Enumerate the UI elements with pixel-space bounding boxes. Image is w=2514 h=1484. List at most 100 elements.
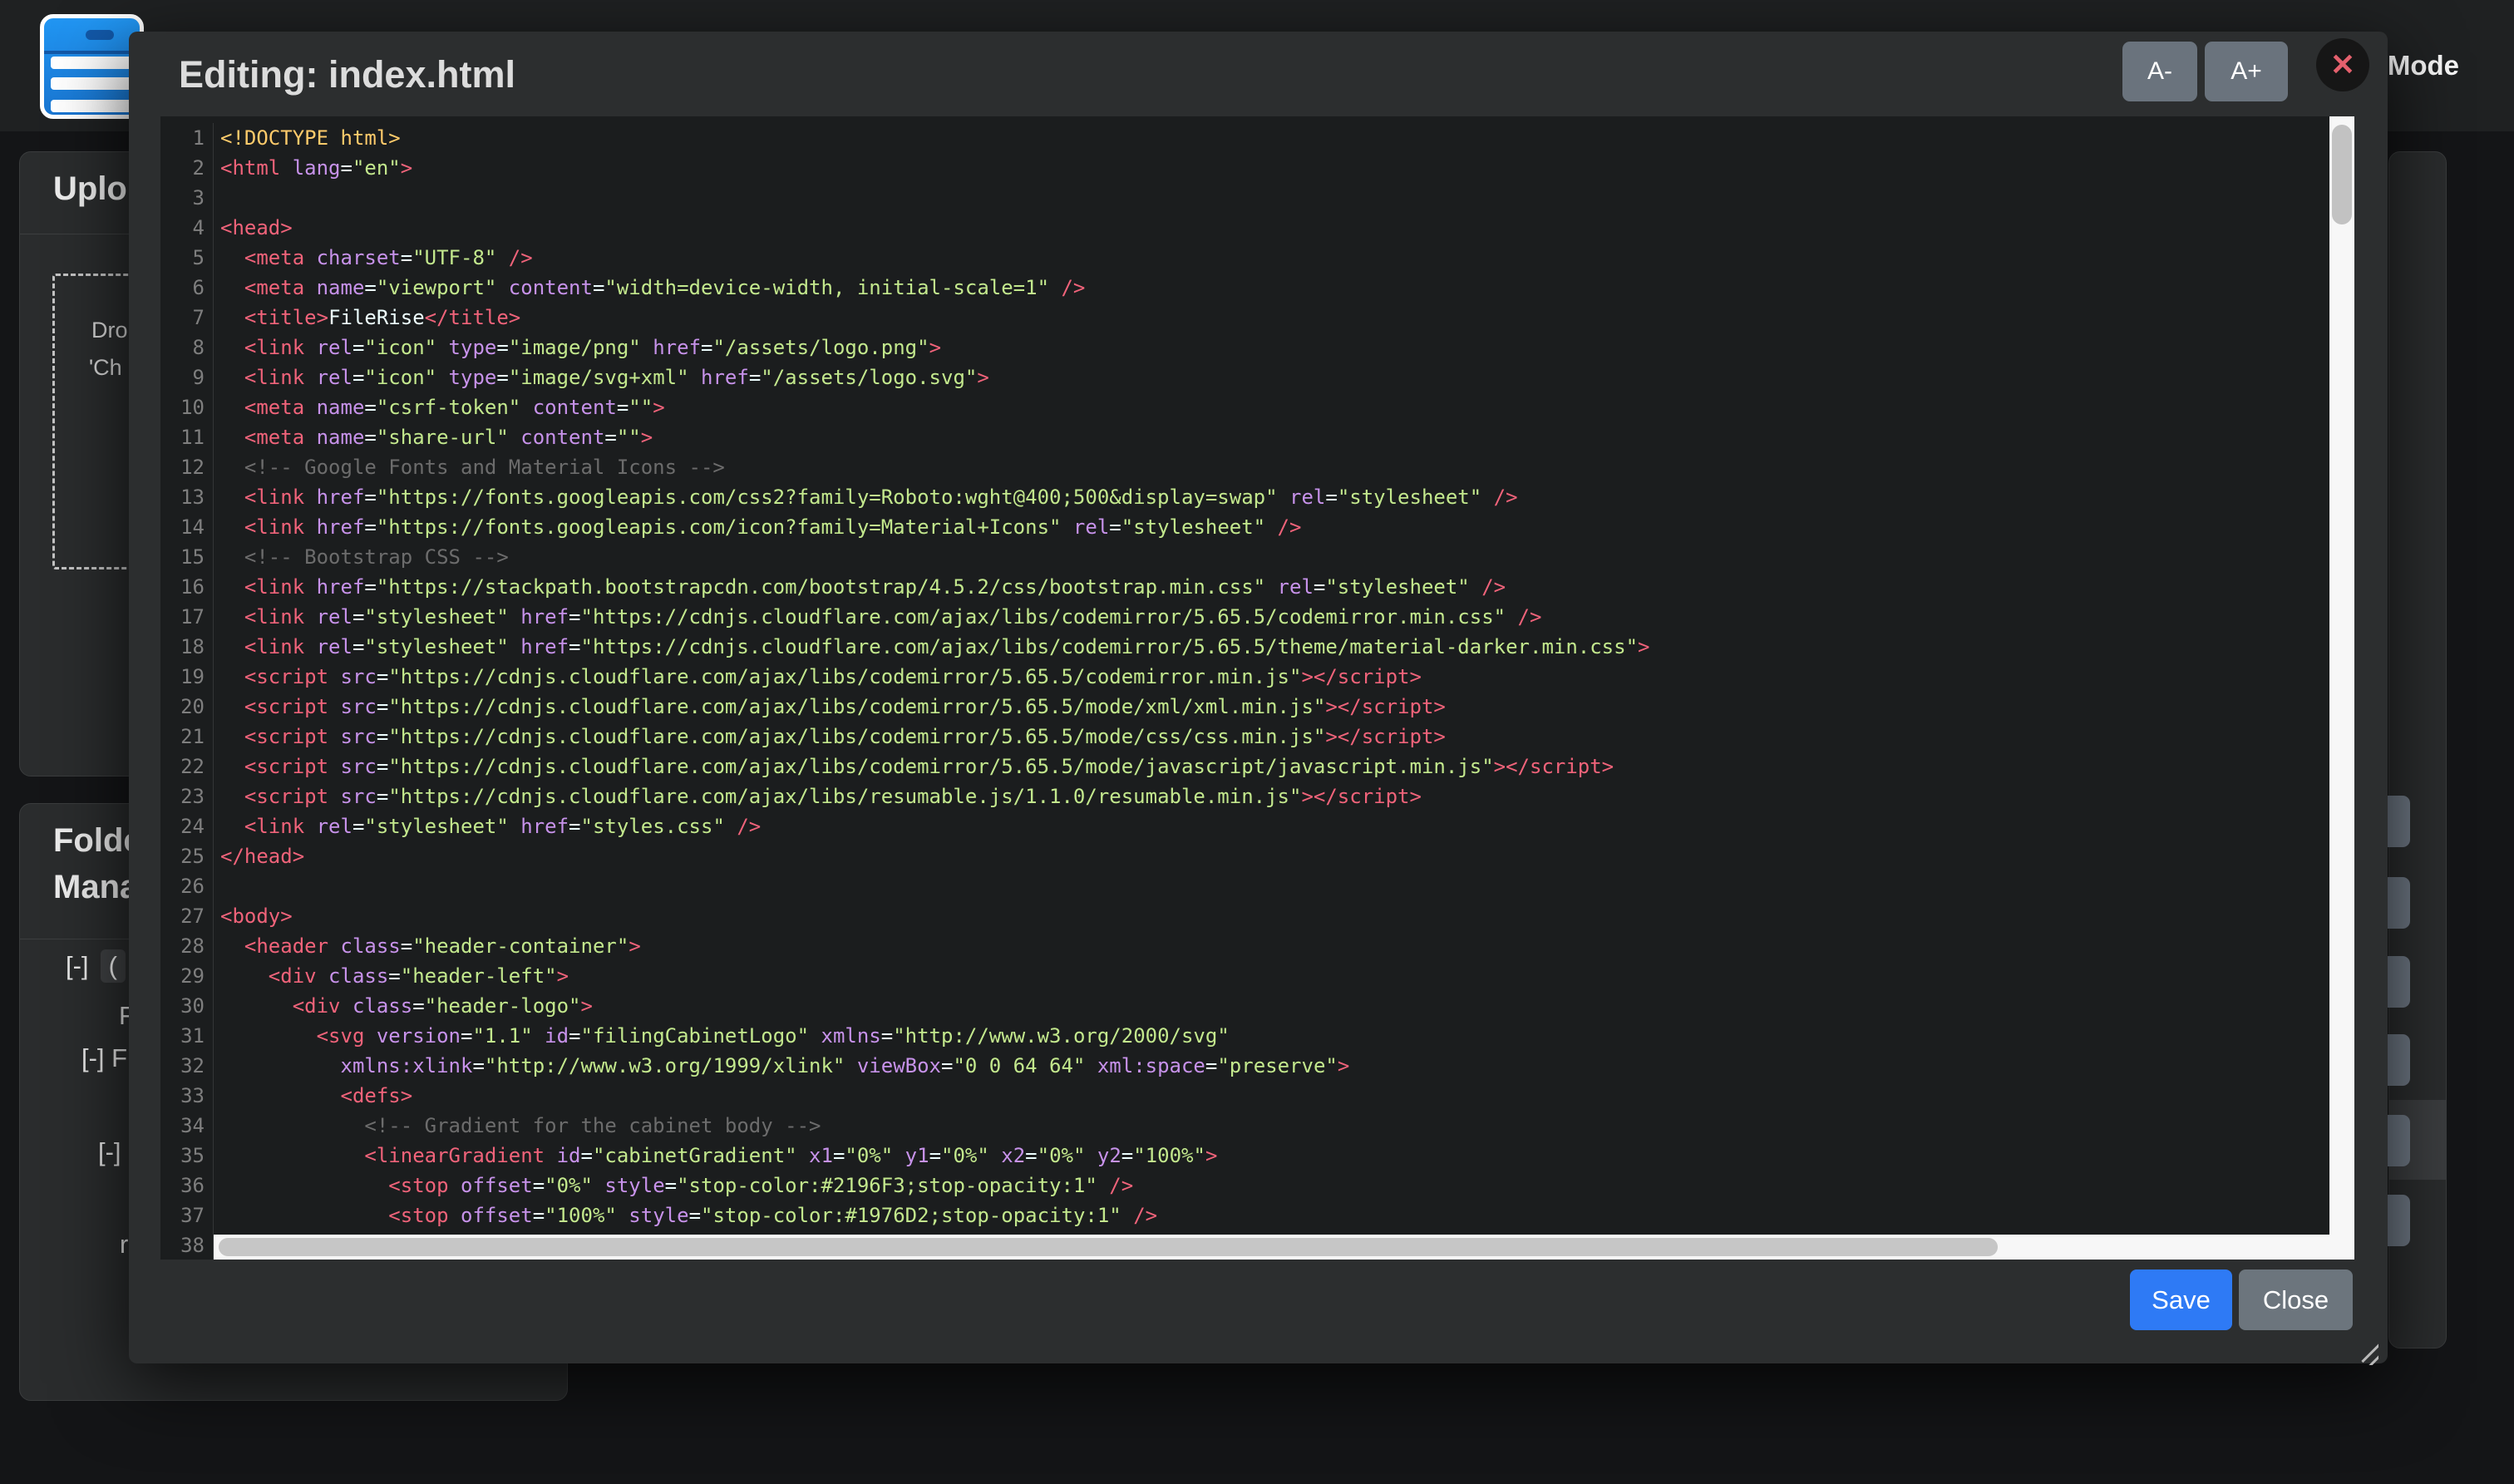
line-number: 9 — [160, 362, 205, 392]
code-line: <meta name="share-url" content=""> — [220, 422, 2329, 452]
line-number: 16 — [160, 572, 205, 602]
code-line: <div class="header-left"> — [220, 961, 2329, 991]
close-button[interactable]: Close — [2239, 1270, 2353, 1330]
line-number: 37 — [160, 1201, 205, 1230]
code-line: <html lang="en"> — [220, 153, 2329, 183]
folder-tree-item-label: [-] F — [81, 1043, 127, 1072]
code-line: <body> — [220, 901, 2329, 931]
code-line: <script src="https://cdnjs.cloudflare.co… — [220, 692, 2329, 722]
code-line: <div class="header-logo"> — [220, 991, 2329, 1021]
line-number: 15 — [160, 542, 205, 572]
code-line: <link rel="stylesheet" href="https://cdn… — [220, 602, 2329, 632]
folder-tree-item[interactable]: r — [120, 1230, 128, 1260]
code-line: <meta name="csrf-token" content=""> — [220, 392, 2329, 422]
line-number: 11 — [160, 422, 205, 452]
close-icon[interactable]: ✕ — [2316, 38, 2369, 91]
line-number: 17 — [160, 602, 205, 632]
code-line: <head> — [220, 213, 2329, 243]
code-line: <!-- Gradient for the cabinet body --> — [220, 1111, 2329, 1141]
line-number: 21 — [160, 722, 205, 752]
line-number: 5 — [160, 243, 205, 273]
code-line: <header class="header-container"> — [220, 931, 2329, 961]
code-line: <script src="https://cdnjs.cloudflare.co… — [220, 752, 2329, 781]
file-list-card-sliver — [2388, 151, 2447, 1348]
code-line: <defs> — [220, 1081, 2329, 1111]
folder-tree-item[interactable]: [-] — [98, 1137, 121, 1167]
folder-tree-item[interactable]: [-] F — [81, 1043, 127, 1073]
code-line: <link href="https://stackpath.bootstrapc… — [220, 572, 2329, 602]
code-line: <link href="https://fonts.googleapis.com… — [220, 482, 2329, 512]
horizontal-scrollbar-thumb[interactable] — [219, 1238, 1998, 1256]
code-line: <link href="https://fonts.googleapis.com… — [220, 512, 2329, 542]
code-line: xmlns:xlink="http://www.w3.org/1999/xlin… — [220, 1051, 2329, 1081]
code-line: <script src="https://cdnjs.cloudflare.co… — [220, 662, 2329, 692]
line-number: 29 — [160, 961, 205, 991]
app-root: t Mode Uplo Dro 'Ch Folde Mana [-](F[-] … — [0, 0, 2514, 1484]
line-number: 3 — [160, 183, 205, 213]
code-line — [220, 871, 2329, 901]
vertical-scrollbar[interactable] — [2329, 116, 2354, 1260]
line-number: 8 — [160, 333, 205, 362]
vertical-scrollbar-thumb[interactable] — [2332, 125, 2352, 224]
line-number: 26 — [160, 871, 205, 901]
line-number: 18 — [160, 632, 205, 662]
code-line: </head> — [220, 841, 2329, 871]
line-number: 13 — [160, 482, 205, 512]
decrease-font-button[interactable]: A- — [2122, 42, 2197, 101]
code-line: <!DOCTYPE html> — [220, 123, 2329, 153]
line-number: 14 — [160, 512, 205, 542]
code-line: <title>FileRise</title> — [220, 303, 2329, 333]
code-line: <script src="https://cdnjs.cloudflare.co… — [220, 781, 2329, 811]
code-line: <link rel="icon" type="image/svg+xml" hr… — [220, 362, 2329, 392]
horizontal-scrollbar[interactable] — [214, 1235, 2329, 1260]
code-line: <!-- Bootstrap CSS --> — [220, 542, 2329, 572]
logo-divider — [44, 51, 140, 54]
code-line: <svg version="1.1" id="filingCabinetLogo… — [220, 1021, 2329, 1051]
dropzone-text-line2: 'Ch — [89, 355, 122, 381]
increase-font-button[interactable]: A+ — [2205, 42, 2288, 101]
folder-tree-item-label: r — [120, 1230, 128, 1259]
line-number: 35 — [160, 1141, 205, 1171]
line-number: 10 — [160, 392, 205, 422]
folder-tree-item[interactable]: [-] ( — [66, 949, 126, 983]
save-button[interactable]: Save — [2130, 1270, 2232, 1330]
line-number: 6 — [160, 273, 205, 303]
code-content: <!DOCTYPE html><html lang="en"> <head> <m… — [220, 123, 2329, 1260]
code-line: <link rel="icon" type="image/png" href="… — [220, 333, 2329, 362]
code-line: <link rel="stylesheet" href="styles.css"… — [220, 811, 2329, 841]
line-number: 12 — [160, 452, 205, 482]
modal-title: Editing: index.html — [179, 53, 515, 96]
modal-resize-handle[interactable] — [2357, 1343, 2378, 1365]
code-line: <script src="https://cdnjs.cloudflare.co… — [220, 722, 2329, 752]
line-number: 4 — [160, 213, 205, 243]
line-number: 36 — [160, 1171, 205, 1201]
line-number: 33 — [160, 1081, 205, 1111]
code-line: <stop offset="100%" style="stop-color:#1… — [220, 1201, 2329, 1230]
line-number: 24 — [160, 811, 205, 841]
code-line: <link rel="stylesheet" href="https://cdn… — [220, 632, 2329, 662]
line-number: 27 — [160, 901, 205, 931]
edit-file-modal: Editing: index.html A- A+ ✕ 123456789101… — [129, 32, 2388, 1363]
code-editor[interactable]: 1234567891011121314151617181920212223242… — [160, 116, 2354, 1260]
line-number: 20 — [160, 692, 205, 722]
line-number: 30 — [160, 991, 205, 1021]
code-line: <meta charset="UTF-8" /> — [220, 243, 2329, 273]
folder-tree-item-label: [-] — [66, 951, 89, 980]
line-number: 2 — [160, 153, 205, 183]
code-line: <linearGradient id="cabinetGradient" x1=… — [220, 1141, 2329, 1171]
line-number: 38 — [160, 1230, 205, 1260]
line-number: 1 — [160, 123, 205, 153]
line-number: 32 — [160, 1051, 205, 1081]
code-line — [220, 183, 2329, 213]
folder-card-title-line2: Mana — [53, 869, 138, 906]
selected-folder-label[interactable]: ( — [101, 949, 126, 983]
logo-drawer-handle — [86, 30, 114, 40]
code-line: <meta name="viewport" content="width=dev… — [220, 273, 2329, 303]
line-number: 31 — [160, 1021, 205, 1051]
line-number: 22 — [160, 752, 205, 781]
line-number-gutter: 1234567891011121314151617181920212223242… — [160, 123, 214, 1260]
line-number: 7 — [160, 303, 205, 333]
line-number: 23 — [160, 781, 205, 811]
code-line: <!-- Google Fonts and Material Icons --> — [220, 452, 2329, 482]
code-line: <stop offset="0%" style="stop-color:#219… — [220, 1171, 2329, 1201]
